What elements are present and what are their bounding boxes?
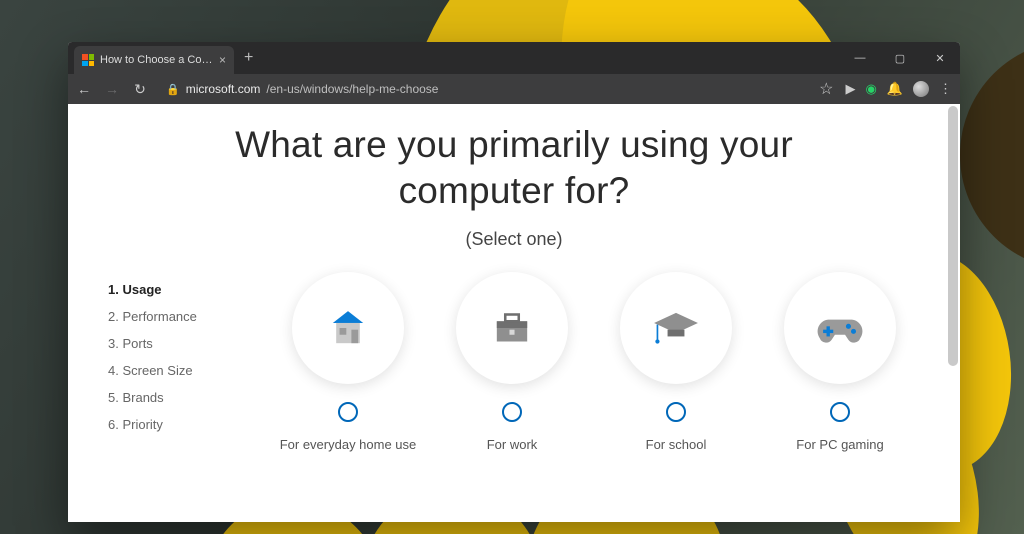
option-label: For PC gaming <box>796 436 883 454</box>
wizard-steps: 1. Usage 2. Performance 3. Ports 4. Scre… <box>108 272 248 454</box>
url-host: microsoft.com <box>186 82 261 96</box>
extension-icon-2[interactable]: ◉ <box>865 81 876 97</box>
url-path: /en-us/windows/help-me-choose <box>266 82 438 96</box>
option-cards: For everyday home use For wo <box>268 272 920 454</box>
option-label: For work <box>487 436 538 454</box>
profile-avatar[interactable] <box>913 81 929 97</box>
step-screen-size[interactable]: 4. Screen Size <box>108 357 248 384</box>
question-heading: What are you primarily using your comput… <box>154 122 874 215</box>
tab-bar: How to Choose a Computer: Fin × + — ▢ ✕ <box>68 42 960 74</box>
minimize-button[interactable]: — <box>840 42 880 74</box>
home-icon <box>292 272 404 384</box>
option-label: For everyday home use <box>280 436 417 454</box>
option-gaming[interactable]: For PC gaming <box>766 272 914 454</box>
address-bar[interactable]: 🔒 microsoft.com/en-us/windows/help-me-ch… <box>160 82 807 96</box>
radio-gaming[interactable] <box>830 402 850 422</box>
step-priority[interactable]: 6. Priority <box>108 411 248 438</box>
option-everyday-home[interactable]: For everyday home use <box>274 272 422 454</box>
forward-button[interactable]: → <box>104 81 120 97</box>
radio-work[interactable] <box>502 402 522 422</box>
extension-icon-1[interactable]: ▶ <box>845 81 855 97</box>
close-tab-icon[interactable]: × <box>219 54 226 66</box>
briefcase-icon <box>456 272 568 384</box>
tab-active[interactable]: How to Choose a Computer: Fin × <box>74 46 234 74</box>
option-school[interactable]: For school <box>602 272 750 454</box>
notification-bell-icon[interactable]: 🔔 <box>887 81 903 97</box>
step-usage[interactable]: 1. Usage <box>108 276 248 303</box>
new-tab-button[interactable]: + <box>234 49 263 67</box>
bookmark-star-icon[interactable]: ☆ <box>819 79 833 99</box>
tab-title: How to Choose a Computer: Fin <box>100 54 213 66</box>
option-work[interactable]: For work <box>438 272 586 454</box>
reload-button[interactable]: ↻ <box>132 81 148 98</box>
page-viewport: What are you primarily using your comput… <box>68 104 960 522</box>
radio-everyday-home[interactable] <box>338 402 358 422</box>
maximize-button[interactable]: ▢ <box>880 42 920 74</box>
window-controls: — ▢ ✕ <box>840 42 960 74</box>
extension-icons: ▶ ◉ 🔔 ⋮ <box>845 81 952 97</box>
back-button[interactable]: ← <box>76 81 92 97</box>
step-ports[interactable]: 3. Ports <box>108 330 248 357</box>
browser-window: How to Choose a Computer: Fin × + — ▢ ✕ … <box>68 42 960 522</box>
scrollbar-thumb[interactable] <box>948 106 958 366</box>
question-subtitle: (Select one) <box>108 229 920 250</box>
option-label: For school <box>646 436 707 454</box>
microsoft-favicon-icon <box>82 54 94 66</box>
close-window-button[interactable]: ✕ <box>920 42 960 74</box>
step-performance[interactable]: 2. Performance <box>108 303 248 330</box>
radio-school[interactable] <box>666 402 686 422</box>
gamepad-icon <box>784 272 896 384</box>
graduation-cap-icon <box>620 272 732 384</box>
step-brands[interactable]: 5. Brands <box>108 384 248 411</box>
browser-menu-button[interactable]: ⋮ <box>939 81 952 97</box>
browser-toolbar: ← → ↻ 🔒 microsoft.com/en-us/windows/help… <box>68 74 960 104</box>
lock-icon: 🔒 <box>166 83 180 96</box>
